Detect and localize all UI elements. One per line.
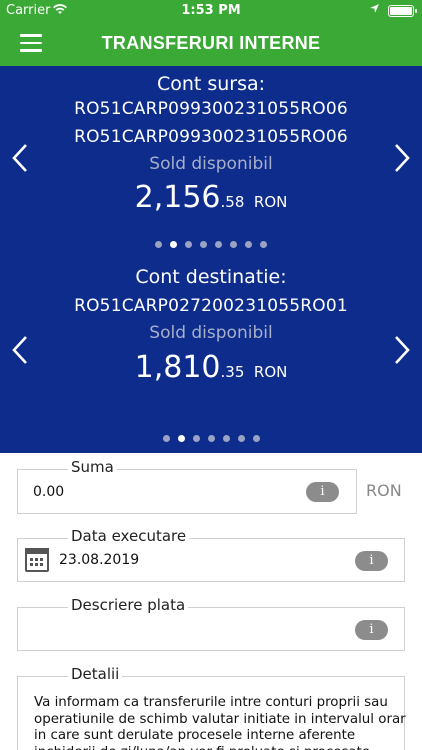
source-balance-amount: 2,156.58 RON: [0, 180, 422, 215]
source-account-iban: RO51CARP099300231055RO06: [74, 99, 348, 119]
source-balance-int: 2,156: [134, 180, 221, 215]
destination-prev-chevron-left-icon[interactable]: [5, 334, 35, 374]
amount-field[interactable]: Suma 0.00 i: [17, 458, 357, 514]
page-dot[interactable]: [170, 241, 177, 248]
amount-input[interactable]: 0.00: [33, 484, 64, 500]
page-dot[interactable]: [230, 241, 237, 248]
payment-description-field[interactable]: Descriere plata i: [17, 596, 405, 651]
accounts-panel: Cont sursa: RO51CARP099300231055RO06 RO5…: [0, 66, 422, 453]
destination-balance-currency: RON: [253, 363, 288, 381]
page-dot[interactable]: [245, 241, 252, 248]
source-account-iban-secondary: RO51CARP099300231055RO06: [74, 127, 348, 147]
page-dot[interactable]: [192, 435, 200, 442]
status-bar: Carrier 1:53 PM: [0, 0, 422, 22]
clock: 1:53 PM: [181, 3, 241, 18]
page-dot[interactable]: [252, 435, 260, 442]
destination-balance-int: 1,810: [134, 350, 221, 385]
destination-balance-dec: .35: [220, 363, 245, 381]
payment-description-label: Descriere plata: [68, 596, 189, 614]
destination-account-label: Cont destinatie:: [135, 266, 287, 288]
battery-icon: [388, 5, 417, 17]
source-prev-chevron-left-icon[interactable]: [5, 142, 35, 182]
source-account-label: Cont sursa:: [156, 73, 266, 95]
amount-label: Suma: [68, 458, 117, 476]
header-bar: TRANSFERURI INTERNE: [0, 22, 422, 66]
destination-next-chevron-right-icon[interactable]: [387, 334, 417, 374]
destination-page-indicator[interactable]: [0, 435, 422, 442]
page-dot[interactable]: [162, 435, 170, 442]
payment-description-info-icon[interactable]: i: [355, 620, 388, 640]
transfer-form: Suma 0.00 i RON Data executare 23.08.201…: [0, 453, 422, 750]
calendar-icon[interactable]: [25, 548, 49, 572]
amount-currency: RON: [366, 481, 402, 500]
destination-balance-amount: 1,810.35 RON: [0, 350, 422, 385]
source-balance-label: Sold disponibil: [149, 154, 273, 174]
destination-balance-label: Sold disponibil: [149, 323, 273, 343]
details-label: Detalii: [68, 665, 123, 683]
source-balance-currency: RON: [253, 193, 288, 211]
page-dot[interactable]: [215, 241, 222, 248]
page-dot[interactable]: [260, 241, 267, 248]
amount-info-icon[interactable]: i: [306, 482, 339, 502]
page-dot[interactable]: [177, 435, 185, 442]
details-box: Detalii Va informam ca transferurile int…: [17, 665, 406, 750]
execution-date-input[interactable]: 23.08.2019: [59, 552, 139, 568]
location-arrow-icon: [369, 3, 380, 17]
page-dot[interactable]: [185, 241, 192, 248]
source-page-indicator[interactable]: [0, 241, 422, 248]
page-dot[interactable]: [222, 435, 230, 442]
destination-account-iban: RO51CARP027200231055RO01: [74, 296, 348, 316]
page-dot[interactable]: [200, 241, 207, 248]
page-dot[interactable]: [155, 241, 162, 248]
source-account-carousel[interactable]: Cont sursa: RO51CARP099300231055RO06 RO5…: [0, 66, 422, 256]
details-text: Va informam ca transferurile intre contu…: [34, 695, 406, 750]
source-balance-dec: .58: [220, 193, 245, 211]
page-dot[interactable]: [207, 435, 215, 442]
destination-account-carousel[interactable]: Cont destinatie: RO51CARP027200231055RO0…: [0, 260, 422, 450]
source-next-chevron-right-icon[interactable]: [387, 142, 417, 182]
page-dot[interactable]: [237, 435, 245, 442]
execution-date-label: Data executare: [68, 527, 190, 545]
page-title: TRANSFERURI INTERNE: [101, 33, 321, 53]
execution-date-field[interactable]: Data executare 23.08.2019 i: [17, 527, 405, 582]
execution-date-info-icon[interactable]: i: [355, 551, 388, 571]
